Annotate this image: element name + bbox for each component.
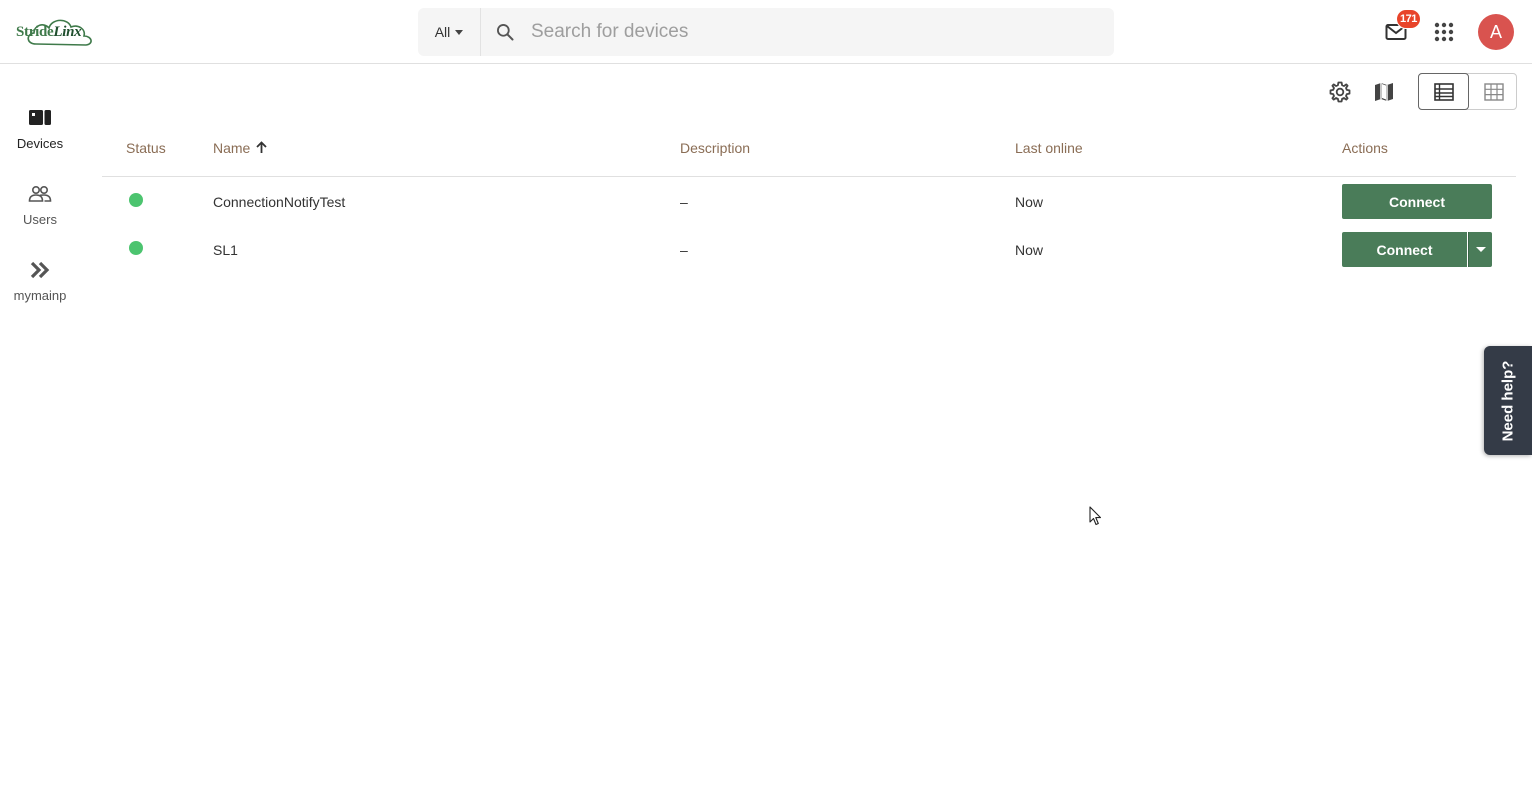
sort-ascending-icon <box>256 141 267 153</box>
users-icon <box>28 186 52 202</box>
device-name[interactable]: SL1 <box>213 242 238 258</box>
device-description: – <box>680 242 688 258</box>
connect-button[interactable]: Connect <box>1342 232 1467 267</box>
grid-view-button[interactable] <box>1469 74 1518 109</box>
column-header-name[interactable]: Name <box>213 140 267 156</box>
stridelinx-logo[interactable]: StrideLinx <box>14 14 96 50</box>
sidebar-item-label: Users <box>23 212 57 227</box>
apps-grid-icon[interactable] <box>1433 21 1455 43</box>
connect-button[interactable]: Connect <box>1342 184 1492 219</box>
list-view-button[interactable] <box>1418 73 1469 110</box>
device-last-online: Now <box>1015 242 1044 258</box>
search-bar: All <box>418 8 1114 56</box>
sidebar-item-devices[interactable]: Devices <box>0 106 80 170</box>
settings-gear-icon[interactable] <box>1328 80 1352 104</box>
view-toggle <box>1418 73 1517 110</box>
need-help-label: Need help? <box>1499 360 1517 441</box>
devices-icon <box>29 110 51 125</box>
table-row[interactable]: SL1 – Now Connect <box>102 225 1516 273</box>
sidebar-item-label: mymainp <box>13 288 67 303</box>
need-help-tab[interactable]: Need help? <box>1484 346 1532 455</box>
sidebar-item-label: Devices <box>16 136 64 151</box>
notification-badge: 171 <box>1396 9 1421 29</box>
search-scope-label: All <box>434 24 451 40</box>
sidebar: Devices Users mymainp <box>0 64 80 802</box>
table-header: Status Name Description Last online Acti… <box>102 120 1516 177</box>
device-name[interactable]: ConnectionNotifyTest <box>213 194 345 210</box>
search-input[interactable] <box>531 18 1091 46</box>
column-header-description[interactable]: Description <box>680 140 750 156</box>
double-chevron-icon <box>30 261 50 279</box>
column-header-actions: Actions <box>1342 140 1388 156</box>
device-last-online: Now <box>1015 194 1044 210</box>
sidebar-item-mymainp[interactable]: mymainp <box>0 258 80 322</box>
column-header-last-online[interactable]: Last online <box>1015 140 1083 156</box>
column-header-status[interactable]: Status <box>126 140 166 156</box>
mouse-cursor-icon <box>1089 506 1102 526</box>
caret-down-icon <box>1475 247 1486 252</box>
list-view-icon <box>1433 82 1454 101</box>
connect-options-dropdown[interactable] <box>1468 232 1492 267</box>
caret-down-icon <box>455 29 464 35</box>
online-status-indicator <box>129 193 143 207</box>
user-avatar[interactable]: A <box>1478 14 1514 50</box>
map-icon[interactable] <box>1372 80 1396 104</box>
table-row[interactable]: ConnectionNotifyTest – Now Connect <box>102 177 1516 225</box>
device-description: – <box>680 194 688 210</box>
grid-view-icon <box>1483 82 1504 101</box>
top-bar: StrideLinx All 171 A <box>0 0 1532 64</box>
search-scope-dropdown[interactable]: All <box>418 8 481 56</box>
online-status-indicator <box>129 241 143 255</box>
sidebar-item-users[interactable]: Users <box>0 182 80 246</box>
search-icon <box>497 24 514 41</box>
